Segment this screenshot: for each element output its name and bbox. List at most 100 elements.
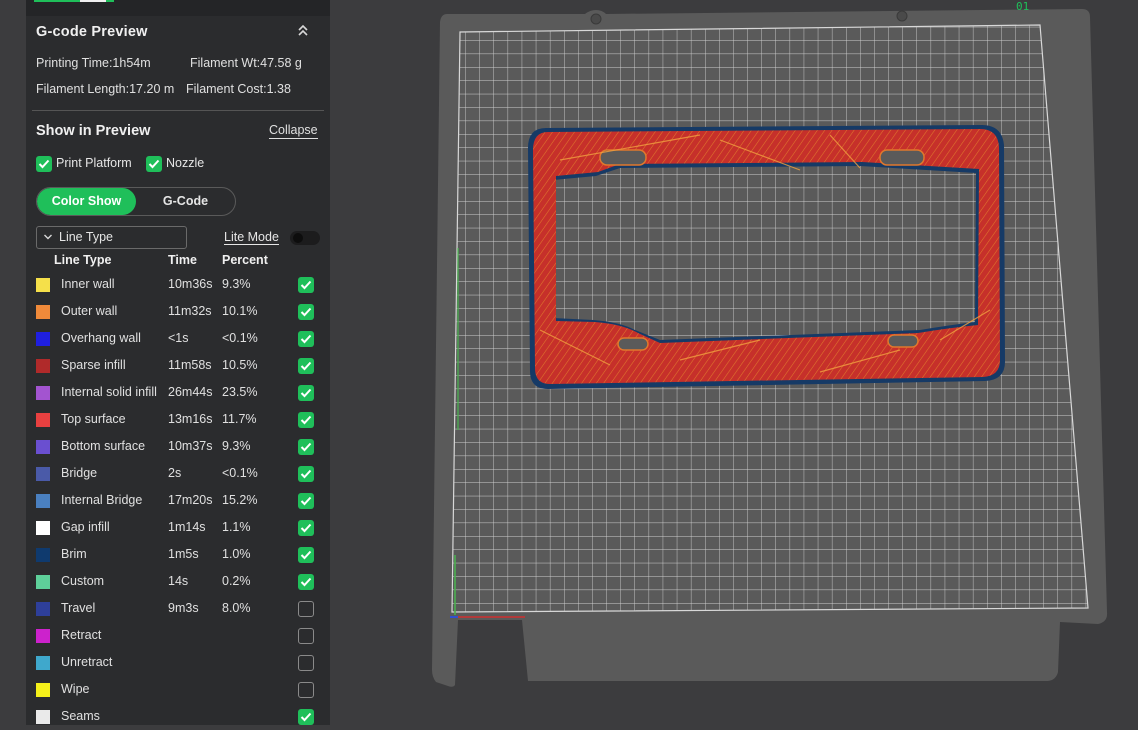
line-type-color-swatch (36, 332, 50, 346)
line-type-visibility-checkbox[interactable] (298, 547, 314, 563)
line-type-name: Internal Bridge (61, 493, 143, 507)
mounting-slot (617, 337, 649, 351)
nozzle-label: Nozzle (166, 156, 205, 170)
tab-gcode[interactable]: G-Code (136, 188, 235, 215)
line-type-name: Unretract (61, 655, 113, 669)
collapse-up-icon[interactable] (294, 22, 312, 40)
line-type-color-swatch (36, 440, 50, 454)
line-type-time: 2s (168, 466, 182, 480)
nozzle-checkbox[interactable] (146, 156, 162, 172)
line-type-visibility-checkbox[interactable] (298, 493, 314, 509)
line-type-time: 13m16s (168, 412, 213, 426)
line-type-percent: 9.3% (222, 277, 251, 291)
check-icon (300, 280, 312, 290)
line-type-visibility-checkbox[interactable] (298, 709, 314, 725)
printing-time: Printing Time:1h54m (36, 56, 151, 70)
line-type-visibility-checkbox[interactable] (298, 655, 314, 671)
header-time: Time (168, 253, 197, 267)
line-type-time: 10m36s (168, 277, 213, 291)
line-type-visibility-checkbox[interactable] (298, 520, 314, 536)
line-type-dropdown[interactable]: Line Type (36, 226, 187, 249)
panel-top-strip (26, 0, 330, 16)
line-type-visibility-checkbox[interactable] (298, 331, 314, 347)
line-type-time: 17m20s (168, 493, 213, 507)
line-type-visibility-checkbox[interactable] (298, 385, 314, 401)
filament-weight: Filament Wt:47.58 g (190, 56, 302, 70)
line-type-visibility-checkbox[interactable] (298, 601, 314, 617)
print-platform-checkbox[interactable] (36, 156, 52, 172)
line-type-name: Bridge (61, 466, 98, 480)
line-type-visibility-checkbox[interactable] (298, 682, 314, 698)
line-type-visibility-checkbox[interactable] (298, 574, 314, 590)
line-type-time: 26m44s (168, 385, 213, 399)
line-type-percent: 0.2% (222, 574, 251, 588)
build-plate-view[interactable] (330, 0, 1138, 725)
line-type-color-swatch (36, 683, 50, 697)
line-type-name: Wipe (61, 682, 90, 696)
line-type-time: 11m58s (168, 358, 212, 372)
line-type-visibility-checkbox[interactable] (298, 277, 314, 293)
line-type-name: Retract (61, 628, 102, 642)
line-type-percent: 1.1% (222, 520, 251, 534)
line-type-percent: 9.3% (222, 439, 251, 453)
line-type-color-swatch (36, 278, 50, 292)
collapse-link[interactable]: Collapse (269, 123, 318, 139)
3d-viewport[interactable] (330, 0, 1138, 725)
line-type-name: Travel (61, 601, 96, 615)
table-row: Internal solid infill 26m44s 23.5% (26, 380, 330, 407)
line-type-color-swatch (36, 656, 50, 670)
header-percent: Percent (222, 253, 268, 267)
line-type-color-swatch (36, 710, 50, 724)
toggle-knob (293, 233, 303, 243)
check-icon (300, 496, 312, 506)
line-type-name: Sparse infill (61, 358, 126, 372)
view-mode-segment: Color Show G-Code (36, 187, 236, 216)
line-type-visibility-checkbox[interactable] (298, 628, 314, 644)
plate-pin-right (896, 10, 908, 22)
line-type-percent: 11.7% (222, 412, 257, 426)
check-icon (300, 307, 312, 317)
tab-color-show[interactable]: Color Show (37, 188, 136, 215)
line-type-color-swatch (36, 386, 50, 400)
line-type-percent: 10.5% (222, 358, 258, 372)
line-type-percent: <0.1% (222, 331, 258, 345)
table-row: Custom 14s 0.2% (26, 569, 330, 596)
line-type-visibility-checkbox[interactable] (298, 466, 314, 482)
table-row: Bridge 2s <0.1% (26, 461, 330, 488)
check-icon (300, 388, 312, 398)
line-type-time: 11m32s (168, 304, 212, 318)
table-row: Wipe (26, 677, 330, 704)
line-type-color-swatch (36, 575, 50, 589)
chevron-down-icon (44, 234, 52, 240)
table-row: Inner wall 10m36s 9.3% (26, 272, 330, 299)
check-icon (300, 523, 312, 533)
table-row: Top surface 13m16s 11.7% (26, 407, 330, 434)
lite-mode-toggle[interactable] (290, 231, 320, 245)
line-type-time: 14s (168, 574, 189, 588)
lite-mode-label[interactable]: Lite Mode (224, 230, 279, 245)
check-icon (300, 550, 312, 560)
section-divider (32, 110, 324, 111)
table-row: Seams (26, 704, 330, 725)
table-row: Bottom surface 10m37s 9.3% (26, 434, 330, 461)
line-type-visibility-checkbox[interactable] (298, 412, 314, 428)
line-type-color-swatch (36, 629, 50, 643)
gcode-preview-title: G-code Preview (36, 24, 148, 40)
plate-pin-left (590, 13, 602, 25)
line-type-time: <1s (168, 331, 189, 345)
line-type-percent: 8.0% (222, 601, 251, 615)
check-icon (300, 712, 312, 722)
filament-length: Filament Length:17.20 m (36, 82, 175, 96)
mounting-slot (879, 149, 925, 166)
line-type-visibility-checkbox[interactable] (298, 358, 314, 374)
line-type-visibility-checkbox[interactable] (298, 304, 314, 320)
line-type-color-swatch (36, 521, 50, 535)
line-type-visibility-checkbox[interactable] (298, 439, 314, 455)
check-icon (38, 159, 50, 169)
table-row: Travel 9m3s 8.0% (26, 596, 330, 623)
line-type-time: 10m37s (168, 439, 213, 453)
line-type-name: Outer wall (61, 304, 118, 318)
plate-number: 01 (1016, 0, 1030, 13)
table-row: Retract (26, 623, 330, 650)
line-type-percent: 1.0% (222, 547, 251, 561)
